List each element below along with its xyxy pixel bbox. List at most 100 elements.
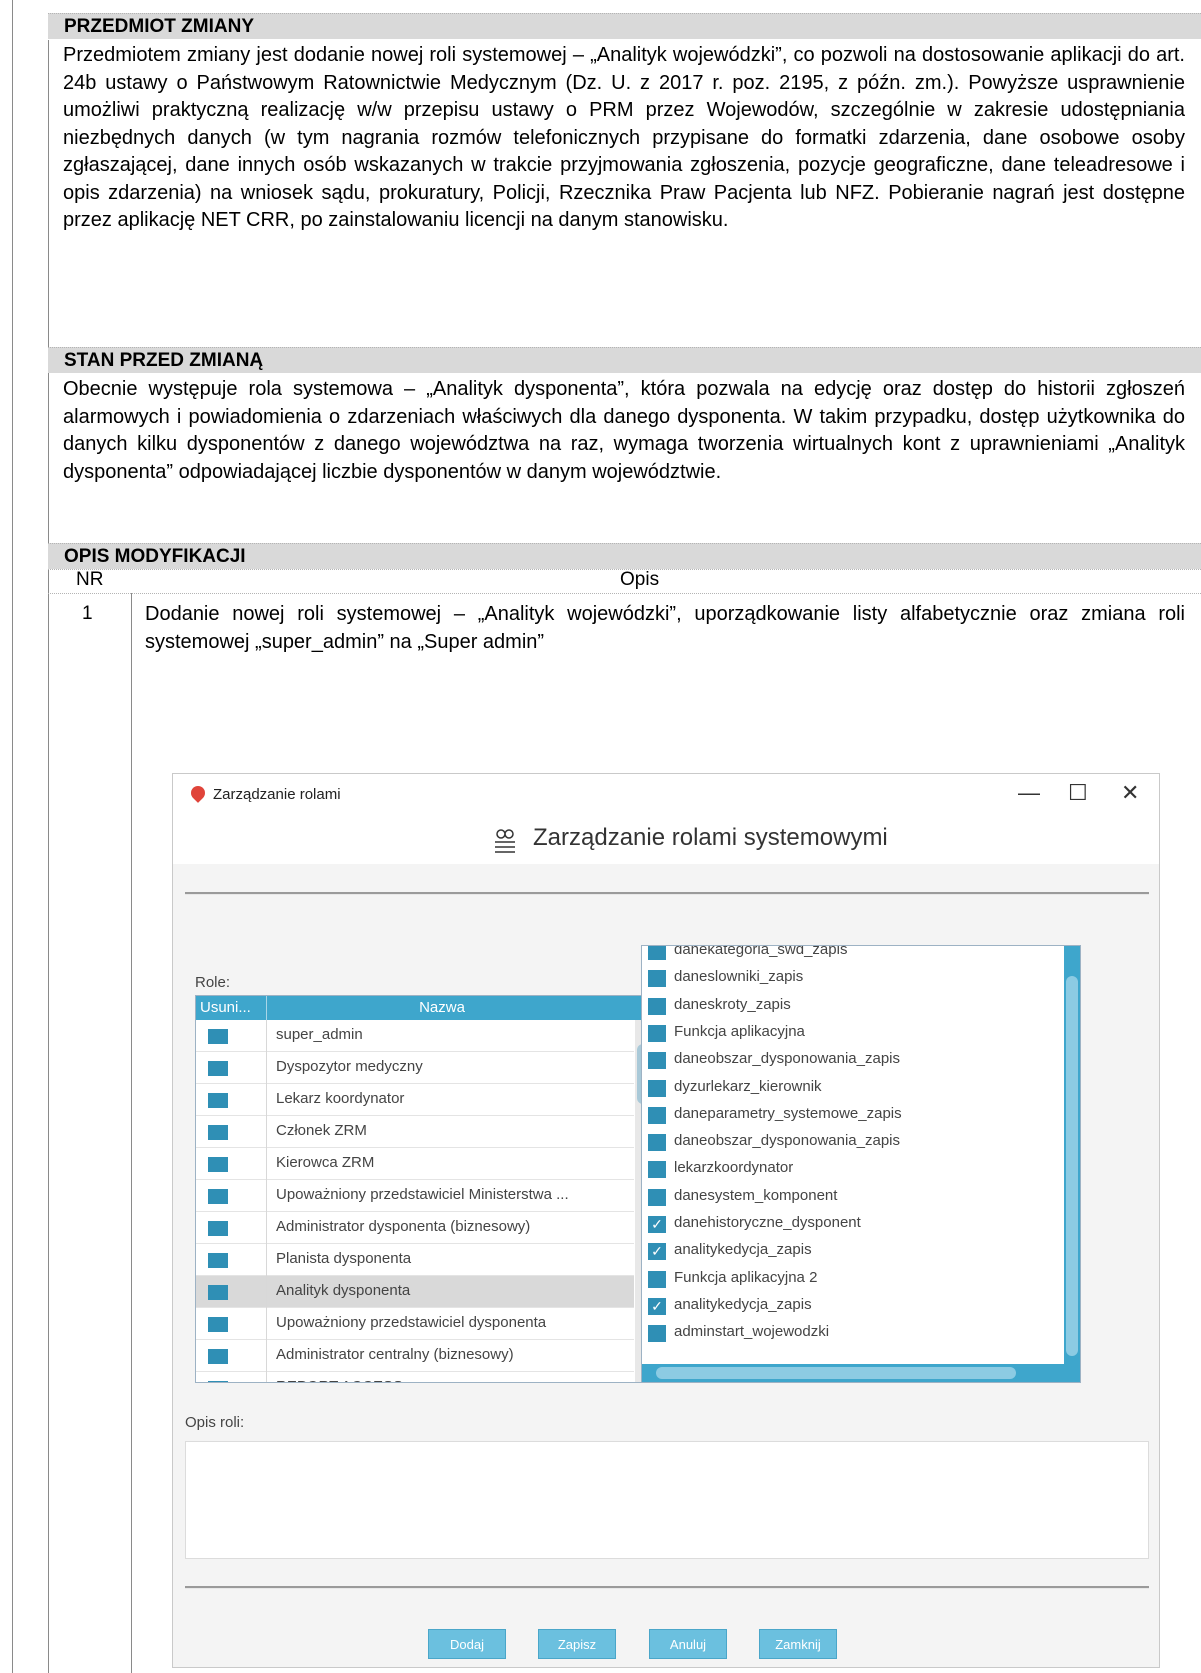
permission-label: danekategoria_swd_zapis — [674, 945, 848, 958]
checkbox-icon[interactable] — [648, 1325, 666, 1343]
table-row-divider — [48, 593, 1201, 594]
minimize-button[interactable]: — — [1018, 780, 1040, 806]
role-row[interactable]: Planista dysponenta — [196, 1244, 634, 1276]
role-description-label: Opis roli: — [185, 1414, 245, 1431]
window-heading: Zarządzanie rolami systemowymi — [533, 824, 888, 851]
window-title: Zarządzanie rolami — [213, 786, 341, 803]
role-row[interactable]: Dyspozytor medyczny — [196, 1052, 634, 1084]
doc-left-border — [12, 0, 13, 1673]
roles-icon — [495, 829, 515, 853]
permission-label: dyzurlekarz_kierownik — [674, 1077, 822, 1095]
permissions-hscrollbar[interactable] — [642, 1364, 1080, 1382]
column-deleted[interactable]: Usuni... — [200, 999, 266, 1016]
permissions-list: danekategoria_swd_zapis daneslowniki_zapi… — [641, 945, 1081, 1383]
permissions-vscrollbar[interactable] — [1064, 946, 1080, 1364]
subject-paragraph: Przedmiotem zmiany jest dodanie nowej ro… — [63, 44, 1185, 231]
checkbox-icon[interactable] — [648, 1024, 666, 1042]
checkbox-icon[interactable] — [648, 1052, 666, 1070]
before-paragraph: Obecnie występuje rola systemowa – „Anal… — [63, 378, 1185, 483]
section-heading-modification: OPIS MODYFIKACJI — [48, 543, 1201, 569]
roles-table-header: Usuni... Nazwa — [196, 996, 651, 1020]
cancel-button[interactable]: Anuluj — [649, 1629, 727, 1659]
permission-label: danehistoryczne_dysponent — [674, 1214, 861, 1231]
role-deleted-checkbox[interactable] — [208, 1285, 228, 1300]
row-description: Dodanie nowej roli systemowej – „Anality… — [145, 603, 1185, 653]
roles-table: Usuni... Nazwa super_admin Dyspozytor med… — [195, 995, 652, 1383]
checkbox-icon[interactable] — [648, 1270, 666, 1288]
role-deleted-checkbox[interactable] — [208, 1317, 228, 1332]
role-name: super_admin — [276, 1026, 363, 1043]
role-deleted-checkbox[interactable] — [208, 1061, 228, 1076]
maximize-button[interactable]: ☐ — [1068, 780, 1088, 806]
table-header-desc: Opis — [620, 569, 660, 590]
permission-label: daneobszar_dysponowania_zapis — [674, 1050, 900, 1068]
save-button[interactable]: Zapisz — [538, 1629, 616, 1659]
role-row[interactable]: Kierowca ZRM — [196, 1148, 634, 1180]
role-name: Upoważniony przedstawiciel Ministerstwa … — [276, 1186, 569, 1203]
role-name: Członek ZRM — [276, 1122, 367, 1139]
section-heading-subject: PRZEDMIOT ZMIANY — [48, 13, 1201, 39]
role-row[interactable]: Upoważniony przedstawiciel Ministerstwa … — [196, 1180, 634, 1212]
role-name: Analityk dysponenta — [276, 1282, 411, 1299]
checkbox-icon[interactable] — [648, 1134, 666, 1152]
checkbox-icon[interactable] — [648, 1188, 666, 1206]
role-row[interactable]: Upoważniony przedstawiciel dysponenta — [196, 1308, 634, 1340]
role-deleted-checkbox[interactable] — [208, 1157, 228, 1172]
close-window-button[interactable]: ✕ — [1121, 780, 1139, 806]
permission-label: daneparametry_systemowe_zapis — [674, 1104, 902, 1122]
window-header: Zarządzanie rolami systemowymi — [173, 816, 1159, 864]
permission-label: adminstart_wojewodzki — [674, 1323, 830, 1341]
row-number: 1 — [82, 603, 93, 624]
role-deleted-checkbox[interactable] — [208, 1349, 228, 1364]
role-row[interactable]: Administrator dysponenta (biznesowy) — [196, 1212, 634, 1244]
checkbox-icon[interactable] — [648, 970, 666, 988]
role-deleted-checkbox[interactable] — [208, 1221, 228, 1236]
permission-label: danesystem_komponent — [674, 1186, 838, 1204]
column-name[interactable]: Nazwa — [272, 999, 612, 1016]
role-row[interactable]: Lekarz koordynator — [196, 1084, 634, 1116]
checkbox-checked-icon[interactable]: ✓ — [648, 1297, 666, 1315]
checkbox-icon[interactable] — [648, 997, 666, 1015]
permission-label: Funkcja aplikacyjna — [674, 1022, 805, 1040]
table-header-nr: NR — [76, 569, 104, 590]
role-name: REPORT ACCESS — [276, 1378, 626, 1382]
role-name: Kierowca ZRM — [276, 1154, 375, 1171]
role-description-input[interactable] — [185, 1441, 1149, 1559]
footer-separator — [185, 1586, 1149, 1589]
checkbox-icon[interactable] — [648, 1079, 666, 1097]
role-name: Administrator dysponenta (biznesowy) — [276, 1218, 531, 1235]
role-deleted-checkbox[interactable] — [208, 1029, 228, 1044]
role-deleted-checkbox[interactable] — [208, 1093, 228, 1108]
role-deleted-checkbox[interactable] — [208, 1125, 228, 1140]
permission-label: daneobszar_dysponowania_zapis — [674, 1132, 900, 1150]
role-name: Dyspozytor medyczny — [276, 1058, 423, 1075]
window-titlebar: Zarządzanie rolami — ☐ ✕ — [173, 774, 1159, 816]
permission-label: daneslowniki_zapis — [674, 968, 804, 986]
add-button[interactable]: Dodaj — [428, 1629, 506, 1659]
checkbox-icon[interactable] — [648, 1106, 666, 1124]
role-row[interactable]: super_admin — [196, 1020, 634, 1052]
role-row[interactable]: Administrator centralny (biznesowy) — [196, 1340, 634, 1372]
role-management-window: Zarządzanie rolami — ☐ ✕ Zarządzanie rol… — [172, 773, 1160, 1668]
table-col-divider — [131, 593, 132, 1673]
checkbox-checked-icon[interactable]: ✓ — [648, 1216, 666, 1233]
doc-inner-border — [48, 40, 49, 1673]
permission-label: analitykedycja_zapis — [674, 1241, 812, 1259]
permission-label: lekarzkoordynator — [674, 1159, 794, 1177]
role-row[interactable]: Członek ZRM — [196, 1116, 634, 1148]
permission-label: Funkcja aplikacyjna 2 — [674, 1268, 818, 1286]
checkbox-checked-icon[interactable]: ✓ — [648, 1243, 666, 1261]
close-button[interactable]: Zamknij — [759, 1629, 837, 1659]
section-heading-before: STAN PRZED ZMIANĄ — [48, 347, 1201, 373]
role-row[interactable]: REPORT ACCESS — [196, 1372, 634, 1382]
role-deleted-checkbox[interactable] — [208, 1253, 228, 1268]
role-deleted-checkbox[interactable] — [208, 1381, 228, 1382]
role-row[interactable]: Analityk dysponenta — [196, 1276, 634, 1308]
roles-label: Role: — [195, 974, 231, 991]
location-pin-icon — [188, 783, 208, 803]
role-deleted-checkbox[interactable] — [208, 1189, 228, 1204]
role-name: Upoważniony przedstawiciel dysponenta — [276, 1314, 547, 1331]
role-name: Lekarz koordynator — [276, 1090, 405, 1107]
checkbox-icon[interactable] — [648, 946, 666, 960]
checkbox-icon[interactable] — [648, 1161, 666, 1179]
